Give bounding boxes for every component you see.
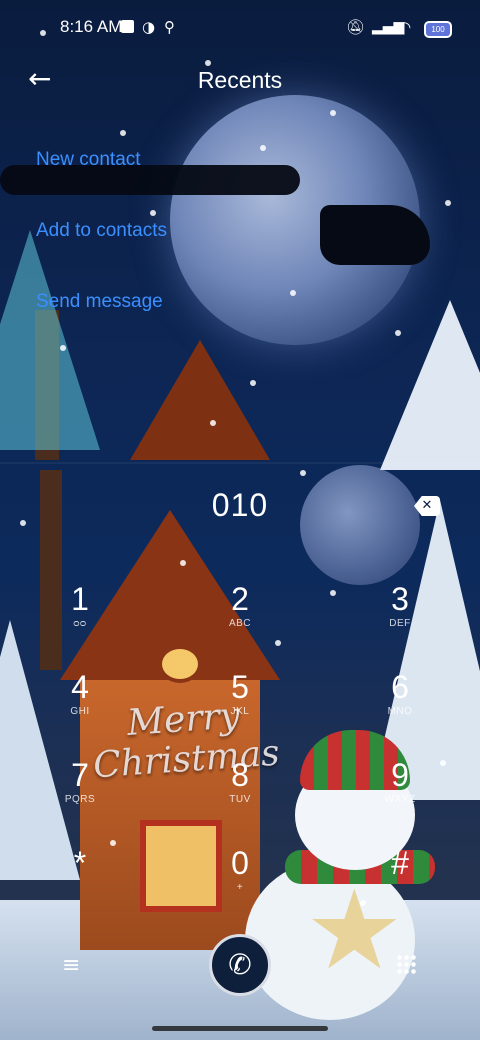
key-hash[interactable]: #: [352, 844, 448, 914]
wifi-icon: ◠: [398, 18, 412, 36]
square-notification-icon: [121, 20, 134, 33]
sleigh-silhouette: [320, 205, 430, 265]
menu-icon[interactable]: ≡: [62, 955, 80, 977]
key-8[interactable]: 8 TUV: [192, 756, 288, 826]
key-2[interactable]: 2 ABC: [192, 580, 288, 650]
dialer-screen: ★ Merry Christmas 8:16 AM ◑ ⚲ 🔕︎ ▂▄▆ ◠ 1…: [0, 0, 480, 1040]
snowy-tree-right: [380, 300, 480, 470]
page-title: Recents: [197, 67, 283, 93]
key-0[interactable]: 0 +: [192, 844, 288, 914]
send-message-button[interactable]: Send message: [36, 291, 163, 313]
circle-badge-icon: ◑: [142, 18, 156, 36]
key-3[interactable]: 3 DEF: [352, 580, 448, 650]
phone-icon: ✆: [228, 948, 252, 981]
key-4[interactable]: 4 GHI: [32, 668, 128, 738]
new-contact-button[interactable]: New contact: [36, 149, 141, 171]
add-to-contacts-button[interactable]: Add to contacts: [36, 220, 167, 242]
status-bar: 8:16 AM ◑ ⚲ 🔕︎ ▂▄▆ ◠ 100: [0, 0, 480, 56]
dialed-number: 010: [211, 487, 269, 523]
divider: [0, 462, 480, 464]
frosty-tree-left: [0, 230, 100, 450]
key-5[interactable]: 5 JKL: [192, 668, 288, 738]
status-time: 8:16 AM: [60, 17, 123, 36]
mute-icon: 🔕︎: [346, 18, 366, 36]
home-indicator[interactable]: [152, 1026, 328, 1031]
house-roof-upper: [130, 340, 270, 460]
battery-icon: 100: [424, 21, 452, 38]
key-star[interactable]: *: [32, 844, 128, 914]
key-1[interactable]: 1 ᴑᴑ: [32, 580, 128, 650]
location-icon: ⚲: [164, 18, 175, 36]
app-header: ← Recents: [0, 56, 480, 106]
key-6[interactable]: 6 MNO: [352, 668, 448, 738]
dialpad-toggle-icon[interactable]: [396, 954, 418, 976]
key-9[interactable]: 9 WXYZ: [352, 756, 448, 826]
key-7[interactable]: 7 PQRS: [32, 756, 128, 826]
call-button[interactable]: ✆: [209, 934, 271, 996]
voicemail-icon: ᴑᴑ: [73, 618, 87, 629]
